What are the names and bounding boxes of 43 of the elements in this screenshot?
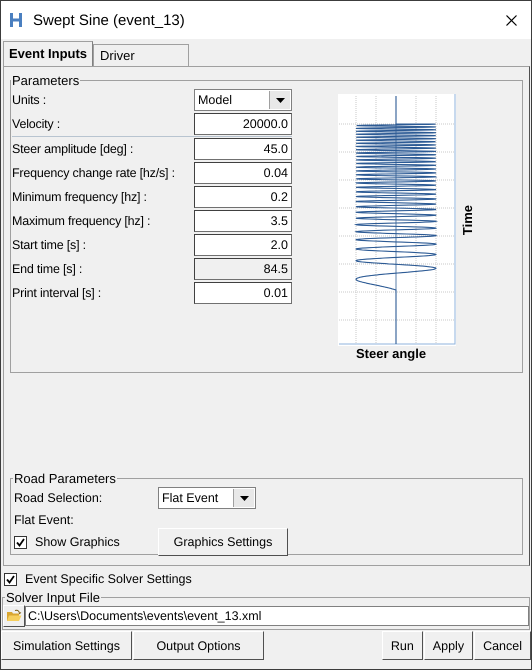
- input-field[interactable]: 20000.0: [194, 113, 292, 135]
- field-label: Road Selection:: [14, 491, 104, 505]
- field-label: Steer amplitude [deg] :: [12, 142, 134, 156]
- window-title: Swept Sine (event_13): [33, 12, 186, 28]
- close-icon[interactable]: [506, 14, 517, 26]
- group-title: Parameters: [11, 73, 80, 88]
- dialog-button[interactable]: Output Options: [133, 631, 264, 660]
- group-title: Solver Input File: [5, 590, 101, 605]
- tab[interactable]: Driver: [93, 44, 190, 66]
- dialog-button[interactable]: Simulation Settings: [1, 631, 132, 660]
- field-label: Minimum frequency [hz] :: [12, 190, 148, 204]
- file-path-field[interactable]: C:\Users\Documents\events\event_13.xml: [25, 606, 529, 626]
- checkbox-label: Event Specific Solver Settings: [25, 572, 192, 586]
- field-label: Velocity :: [12, 117, 62, 131]
- field-label: Maximum frequency [hz] :: [12, 214, 152, 228]
- tab[interactable]: Event Inputs: [3, 41, 94, 66]
- field-label: Units :: [12, 93, 48, 107]
- checkbox[interactable]: [14, 536, 27, 548]
- folder-icon: [6, 609, 22, 623]
- dialog-button[interactable]: Run: [382, 631, 423, 660]
- input-field[interactable]: 2.0: [194, 234, 292, 256]
- axis-label: Time: [460, 204, 475, 236]
- graphics-settings-button[interactable]: Graphics Settings: [158, 528, 288, 556]
- input-field[interactable]: 3.5: [194, 210, 292, 232]
- input-field[interactable]: 0.01: [194, 282, 292, 304]
- field-label: Start time [s] :: [12, 238, 87, 252]
- app-logo-icon: [9, 12, 23, 28]
- field-label: Frequency change rate [hz/s] :: [12, 166, 176, 180]
- input-field[interactable]: 0.2: [194, 186, 292, 208]
- input-field[interactable]: 45.0: [194, 138, 292, 160]
- field-label: Print interval [s] :: [12, 286, 102, 300]
- open-folder-button[interactable]: [3, 605, 25, 627]
- axis-label: Steer angle: [356, 346, 426, 361]
- checkbox[interactable]: [4, 572, 17, 586]
- dialog-button[interactable]: Cancel: [474, 631, 531, 660]
- dropdown[interactable]: Flat Event: [158, 487, 256, 509]
- field-label: Flat Event:: [14, 513, 75, 527]
- field-label: End time [s] :: [12, 262, 84, 276]
- checkbox-label: Show Graphics: [35, 535, 120, 549]
- group-title: Road Parameters: [13, 471, 117, 486]
- dialog-button[interactable]: Apply: [424, 631, 474, 660]
- input-field[interactable]: 0.04: [194, 162, 292, 184]
- dropdown[interactable]: Model: [194, 89, 292, 111]
